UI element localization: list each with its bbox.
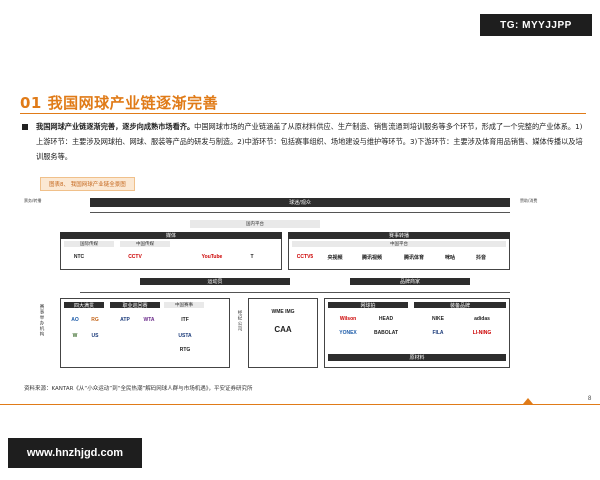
- logo-yonex: YONEX: [339, 330, 357, 336]
- logo-adidas: adidas: [474, 316, 490, 322]
- logo-nike: NIKE: [432, 316, 444, 322]
- events-organizer-label: 赛事举办机构: [39, 304, 44, 337]
- logo-wta: WTA: [143, 317, 155, 323]
- media-header: 媒体: [60, 232, 282, 239]
- logo-migu: 咪咕: [444, 254, 455, 261]
- left-top-note: 票务/转播: [24, 198, 42, 203]
- logo-ntc: NTC: [73, 254, 85, 260]
- athletes-header: 运动员: [140, 278, 290, 285]
- source-note: 资料来源：KANTAR《从“小众运动”到“全民热潮”解码网球人群与市场机遇》，平…: [24, 386, 253, 392]
- logo-douyin: 抖音: [475, 254, 486, 261]
- logo-caa: CAA: [274, 324, 292, 334]
- media-sub-intl: 国际传媒: [64, 241, 114, 247]
- logo-yangshipin: 央视频: [327, 254, 343, 261]
- footer-line: [0, 404, 600, 405]
- agency-label: 经纪公司: [237, 310, 242, 332]
- media-sub-cn: 中国传媒: [120, 241, 170, 247]
- section-heading: 01 我国网球产业链逐渐完善: [20, 94, 219, 112]
- logo-cctv: CCTV: [128, 254, 142, 260]
- domestic-platform: 国内平台: [190, 220, 320, 228]
- logo-wme-img: WME IMG: [271, 309, 295, 315]
- logo-usta: USTA: [178, 333, 192, 339]
- logo-rg: RG: [91, 317, 99, 323]
- logo-rtg: RTG: [179, 347, 191, 353]
- logo-tencent-video: 腾讯视频: [361, 254, 382, 261]
- logo-head: HEAD: [378, 316, 394, 322]
- flow-line-2: [80, 292, 510, 293]
- broadcast-header: 赛事转播: [288, 232, 510, 239]
- page-number: 8: [588, 396, 592, 402]
- industry-chain-figure: 球迷/观众 票务/转播 赞助/消费 国内平台 媒体 国际传媒 中国传媒 NTC …: [20, 194, 582, 374]
- logo-youtube: YouTube: [201, 254, 223, 260]
- broadcast-sub: 中国平台: [292, 241, 506, 247]
- flow-line: [90, 212, 510, 213]
- logo-cctv5: CCTV5: [296, 254, 314, 260]
- rackets-header: 网球拍: [328, 302, 408, 309]
- logo-wimbledon: W: [72, 333, 78, 339]
- logo-li-ning: LI-NING: [472, 330, 492, 336]
- watermark-top: TG: MYYJJPP: [480, 14, 592, 36]
- logo-wilson: Wilson: [339, 316, 357, 322]
- logo-tencent-sports: 腾讯体育: [403, 254, 424, 261]
- watermark-bottom: www.hnzhjgd.com: [8, 438, 142, 468]
- logo-t: T: [250, 254, 254, 260]
- grand-slams: 四大满贯: [64, 302, 104, 309]
- logo-babolat: BABOLAT: [373, 330, 399, 336]
- logo-atp: ATP: [120, 317, 130, 323]
- pro-tour: 职业巡回赛: [110, 302, 160, 309]
- logo-itf: ITF: [181, 317, 189, 323]
- figure-caption-text: 图表8、 我国网球产业链全景图: [49, 182, 126, 188]
- logo-ao: AO: [71, 317, 79, 323]
- heading-underline: [20, 113, 586, 114]
- logo-fila: FILA: [432, 330, 444, 336]
- bullet-square: [22, 124, 28, 130]
- right-top-note: 赞助/消费: [520, 198, 538, 203]
- raw-material: 原材料: [328, 354, 506, 361]
- body-paragraph: 我国网球产业链逐渐完善，逐步向成熟市场看齐。中国网球市场的产业链涵盖了从原材料供…: [36, 119, 586, 164]
- figure-caption: 图表8、 我国网球产业链全景图: [40, 177, 135, 191]
- china-events: 中国赛事: [164, 302, 204, 308]
- logo-us-open: US: [91, 333, 99, 339]
- paragraph-lead: 我国网球产业链逐渐完善，逐步向成熟市场看齐。: [36, 122, 195, 131]
- apparel-header: 装备品牌: [414, 302, 506, 309]
- brand-partners-header: 品牌商家: [350, 278, 470, 285]
- top-band: 球迷/观众: [90, 198, 510, 207]
